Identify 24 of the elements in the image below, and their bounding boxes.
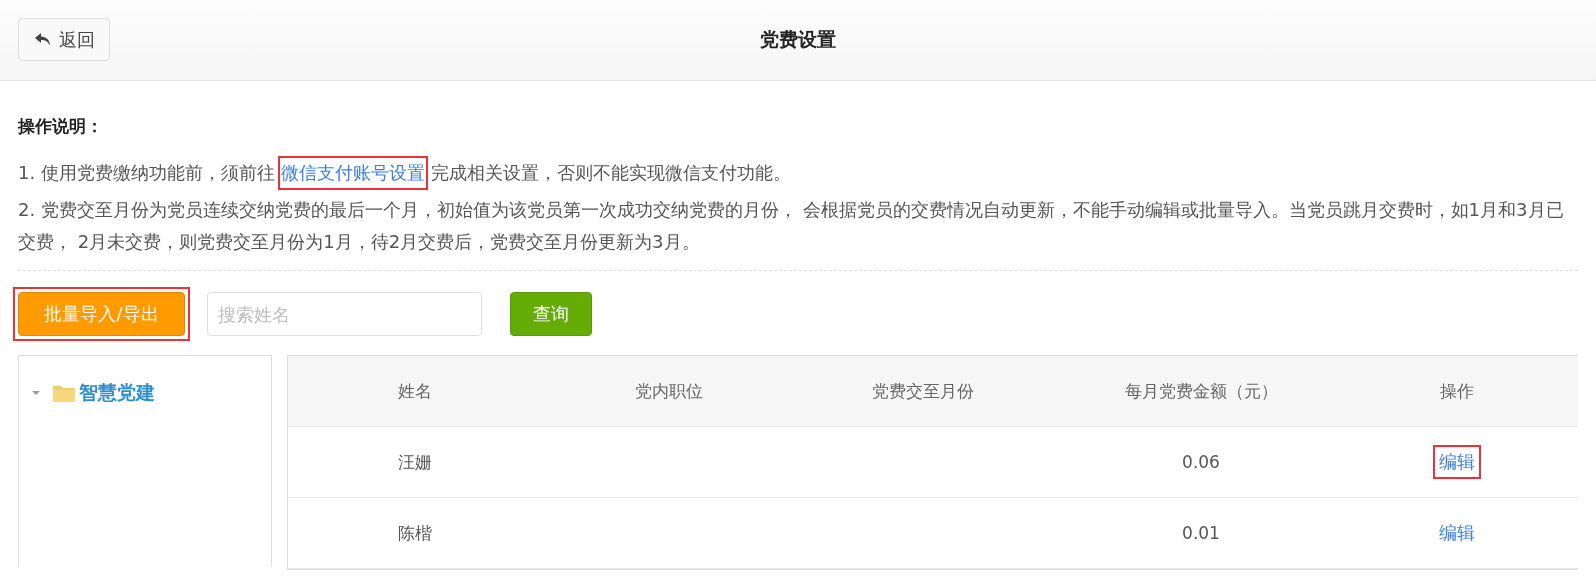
column-header: 操作 <box>1439 379 1475 403</box>
back-button[interactable]: 返回 <box>18 18 110 61</box>
edit-link[interactable]: 编辑 <box>1433 445 1481 479</box>
back-arrow-icon <box>35 32 51 47</box>
table-cell-text: 陈楷 <box>398 521 433 545</box>
page-title: 党费设置 <box>760 27 836 52</box>
table-cell-text: 0.06 <box>1181 452 1221 472</box>
column-header: 每月党费金额（元） <box>1123 379 1279 403</box>
query-button[interactable]: 查询 <box>510 292 592 336</box>
column-header: 姓名 <box>398 379 433 403</box>
import-export-button[interactable]: 批量导入/导出 <box>18 292 185 336</box>
search-field[interactable]: 搜索姓名 <box>207 292 482 336</box>
instructions-heading: 操作说明： <box>18 115 104 138</box>
table-cell-text: 0.01 <box>1181 523 1221 543</box>
caret-down-icon[interactable] <box>31 388 41 398</box>
tree-item[interactable]: 智慧党建 <box>79 380 155 406</box>
edit-link[interactable]: 编辑 <box>1433 516 1481 550</box>
column-header: 党内职位 <box>634 379 704 403</box>
folder-icon <box>53 384 75 402</box>
table-cell-text: 汪姗 <box>398 450 433 474</box>
column-header: 党费交至月份 <box>871 379 975 403</box>
instruction-note: 2. 党费交至月份为党员连续交纳党费的最后一个月，初始值为该党员第一次成功交纳党费的月份， 会根据党员的交费情况自动更新，不能手动编辑或批量导入。当党员跳月交费时，如1月和3月已交费， 2月未交费，则党费交至月份为1月，待2月交费后，党费交至月份更新为3月。 <box>18 198 1565 254</box>
instruction-note: 1. 使用党费缴纳功能前，须前往 微信支付账号设置 完成相关设置，否则不能实现微信支付功能。 <box>18 156 1578 190</box>
settings-link[interactable]: 微信支付账号设置 <box>277 156 428 190</box>
